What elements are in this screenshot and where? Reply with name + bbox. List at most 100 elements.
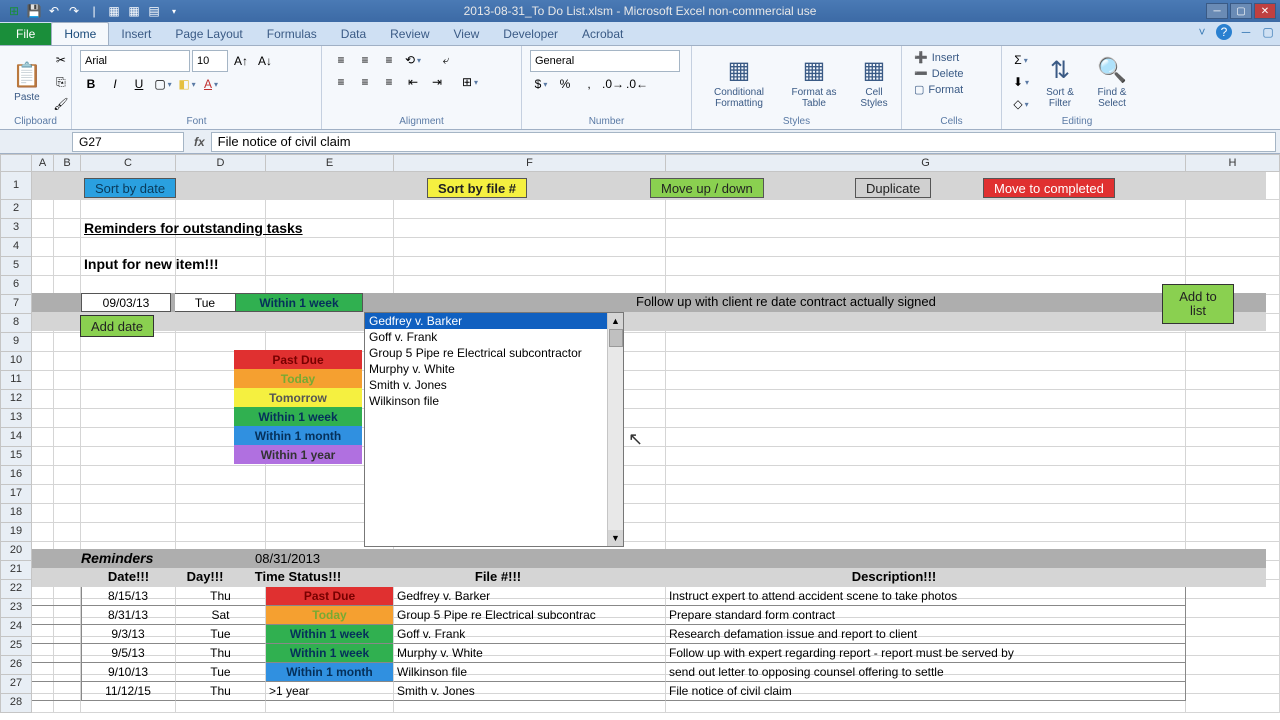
row-header-7[interactable]: 7 xyxy=(0,295,32,314)
cell-G2[interactable] xyxy=(666,200,1186,219)
find-select-button[interactable]: 🔍Find & Select xyxy=(1088,50,1136,114)
cell-G3[interactable] xyxy=(666,219,1186,238)
cell-H5[interactable] xyxy=(1186,257,1280,276)
cell-G18[interactable] xyxy=(666,504,1186,523)
move-up-down-button[interactable]: Move up / down xyxy=(650,178,764,198)
autosum-button[interactable]: Σ xyxy=(1010,50,1032,70)
cell-H9[interactable] xyxy=(1186,333,1280,352)
table-cell[interactable]: Prepare standard form contract xyxy=(666,606,1186,625)
worksheet[interactable]: ABCDEFGHIJ 12345678910111213141516171819… xyxy=(0,154,1280,720)
cell-H28[interactable] xyxy=(1186,694,1280,713)
table-cell[interactable]: Murphy v. White xyxy=(394,644,666,663)
tab-file[interactable]: File xyxy=(0,23,51,45)
input-description-cell[interactable]: Follow up with client re date contract a… xyxy=(636,294,936,309)
redo-icon[interactable]: ↷ xyxy=(66,3,82,19)
formula-bar[interactable] xyxy=(211,132,1276,152)
row-header-24[interactable]: 24 xyxy=(0,618,32,637)
cell-B4[interactable] xyxy=(54,238,81,257)
row-header-25[interactable]: 25 xyxy=(0,637,32,656)
cell-G14[interactable] xyxy=(666,428,1186,447)
underline-button[interactable]: U xyxy=(128,74,150,94)
row-header-18[interactable]: 18 xyxy=(0,504,32,523)
row-header-1[interactable]: 1 xyxy=(0,172,32,200)
format-table-button[interactable]: ▦Format as Table xyxy=(782,50,846,114)
insert-cells-button[interactable]: ➕Insert xyxy=(910,50,993,65)
bold-button[interactable]: B xyxy=(80,74,102,94)
cell-H10[interactable] xyxy=(1186,352,1280,371)
minimize-ribbon-icon[interactable]: ˅ xyxy=(1194,24,1210,40)
cell-G11[interactable] xyxy=(666,371,1186,390)
align-top-button[interactable]: ≡ xyxy=(330,50,352,70)
decrease-decimal-button[interactable]: .0← xyxy=(626,74,648,94)
orientation-button[interactable]: ⟲ xyxy=(402,50,424,70)
cell-H16[interactable] xyxy=(1186,466,1280,485)
dropdown-option[interactable]: Smith v. Jones xyxy=(365,377,623,393)
cell-A13[interactable] xyxy=(32,409,54,428)
cell-H12[interactable] xyxy=(1186,390,1280,409)
table-cell[interactable]: Past Due xyxy=(266,587,394,606)
minimize-button[interactable]: ─ xyxy=(1206,3,1228,19)
table-cell[interactable] xyxy=(32,606,81,625)
col-header-F[interactable]: F xyxy=(394,154,666,172)
row-header-11[interactable]: 11 xyxy=(0,371,32,390)
cell-C17[interactable] xyxy=(81,485,176,504)
table-cell[interactable]: File notice of civil claim xyxy=(666,682,1186,701)
table-cell[interactable]: >1 year xyxy=(266,682,394,701)
row-header-27[interactable]: 27 xyxy=(0,675,32,694)
cell-H14[interactable] xyxy=(1186,428,1280,447)
row-header-16[interactable]: 16 xyxy=(0,466,32,485)
cell-A19[interactable] xyxy=(32,523,54,542)
table-cell[interactable]: Thu xyxy=(176,587,266,606)
table-cell[interactable]: Group 5 Pipe re Electrical subcontrac xyxy=(394,606,666,625)
table-cell[interactable]: Follow up with expert regarding report -… xyxy=(666,644,1186,663)
sort-by-date-button[interactable]: Sort by date xyxy=(84,178,176,198)
fill-color-button[interactable]: ◧ xyxy=(176,74,198,94)
cut-button[interactable]: ✂ xyxy=(50,50,72,70)
row-header-28[interactable]: 28 xyxy=(0,694,32,713)
increase-decimal-button[interactable]: .0→ xyxy=(602,74,624,94)
format-cells-button[interactable]: ▢Format xyxy=(910,82,993,97)
paste-button[interactable]: 📋Paste xyxy=(8,50,46,114)
currency-button[interactable]: $ xyxy=(530,74,552,94)
table-cell[interactable] xyxy=(32,625,81,644)
grow-font-button[interactable]: A↑ xyxy=(230,51,252,71)
tab-developer[interactable]: Developer xyxy=(491,23,570,45)
col-header-H[interactable]: H xyxy=(1186,154,1280,172)
shrink-font-button[interactable]: A↓ xyxy=(254,51,276,71)
name-box[interactable] xyxy=(72,132,184,152)
dropdown-option[interactable]: Murphy v. White xyxy=(365,361,623,377)
table-cell[interactable]: 11/12/15 xyxy=(81,682,176,701)
cell-C10[interactable] xyxy=(81,352,176,371)
border-button[interactable]: ▢ xyxy=(152,74,174,94)
cell-H2[interactable] xyxy=(1186,200,1280,219)
row-header-3[interactable]: 3 xyxy=(0,219,32,238)
table-cell[interactable]: 9/5/13 xyxy=(81,644,176,663)
sort-by-file-button[interactable]: Sort by file # xyxy=(427,178,527,198)
tab-view[interactable]: View xyxy=(442,23,492,45)
cell-G4[interactable] xyxy=(666,238,1186,257)
save-icon[interactable]: 💾 xyxy=(26,3,42,19)
table-cell[interactable]: Within 1 week xyxy=(266,625,394,644)
cell-A5[interactable] xyxy=(32,257,54,276)
align-bottom-button[interactable]: ≡ xyxy=(378,50,400,70)
cell-D16[interactable] xyxy=(176,466,266,485)
cell-G12[interactable] xyxy=(666,390,1186,409)
merge-button[interactable]: ⊞ xyxy=(450,72,490,92)
cell-H15[interactable] xyxy=(1186,447,1280,466)
cell-A18[interactable] xyxy=(32,504,54,523)
tab-insert[interactable]: Insert xyxy=(109,23,163,45)
cell-B9[interactable] xyxy=(54,333,81,352)
sheet-icon[interactable]: ▤ xyxy=(146,3,162,19)
row-header-14[interactable]: 14 xyxy=(0,428,32,447)
cell-A10[interactable] xyxy=(32,352,54,371)
wrap-text-button[interactable]: ⤶ xyxy=(426,50,466,70)
add-date-button[interactable]: Add date xyxy=(80,315,154,337)
dropdown-option[interactable]: Wilkinson file xyxy=(365,393,623,409)
table-cell[interactable]: Wilkinson file xyxy=(394,663,666,682)
table-cell[interactable]: Gedfrey v. Barker xyxy=(394,587,666,606)
table-cell[interactable]: 9/10/13 xyxy=(81,663,176,682)
fill-button[interactable]: ⬇ xyxy=(1010,72,1032,92)
table-cell[interactable]: Instruct expert to attend accident scene… xyxy=(666,587,1186,606)
cell-B11[interactable] xyxy=(54,371,81,390)
table-cell[interactable]: Sat xyxy=(176,606,266,625)
